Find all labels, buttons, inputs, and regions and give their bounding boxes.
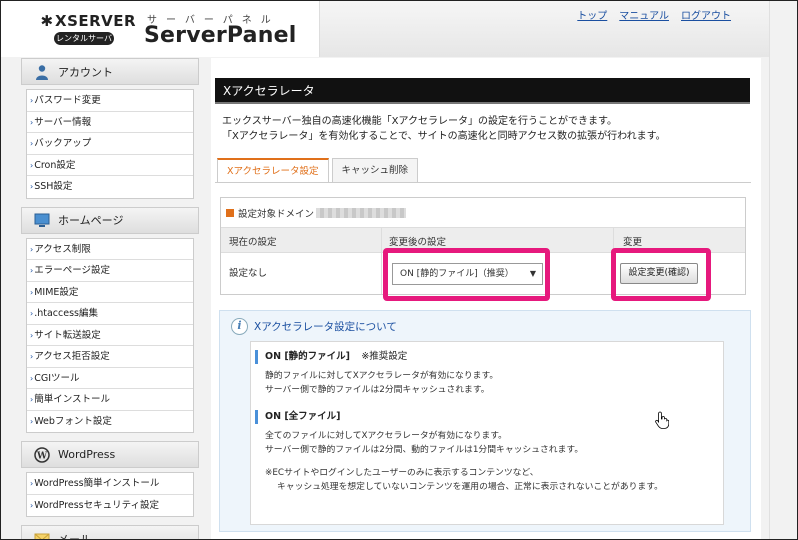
panel-title: ServerPanel xyxy=(144,23,297,48)
chevron-right-icon: › xyxy=(30,139,34,148)
info-notes: ※ECサイトやログインしたユーザーのみに表示するコンテンツなど、 キャッシュ処理… xyxy=(265,468,663,492)
xserver-logo[interactable]: ✱XSERVER xyxy=(39,12,136,30)
info-subheading: ON [全ファイル] xyxy=(255,410,723,424)
current-value: 設定なし xyxy=(229,268,268,279)
domain-row: 設定対象ドメイン xyxy=(221,198,745,228)
chevron-right-icon: › xyxy=(30,500,34,510)
square-bullet-icon xyxy=(226,208,234,217)
header-current: 現在の設定 xyxy=(229,237,277,248)
main-panel: Xアクセラレータ エックスサーバー独自の高速化機能「Xアクセラレータ」の設定を行… xyxy=(211,58,761,539)
person-icon xyxy=(36,64,48,80)
description: エックスサーバー独自の高速化機能「Xアクセラレータ」の設定を行うことができます。… xyxy=(222,116,666,142)
info-title: Xアクセラレータ設定について xyxy=(254,321,397,333)
chevron-right-icon: › xyxy=(30,160,34,170)
sidebar-section-account[interactable]: アカウント xyxy=(21,58,199,85)
chevron-right-icon: › xyxy=(30,244,34,254)
sidebar-item-password[interactable]: ›パスワード変更 xyxy=(27,90,193,112)
tab-divider xyxy=(215,182,751,183)
sidebar-item-cgi-tools[interactable]: ›CGIツール xyxy=(27,368,193,389)
info-text: 全てのファイルに対してXアクセラレータが有効になります。 サーバー側で静的ファイ… xyxy=(265,431,584,455)
sidebar-item-mime[interactable]: ›MIME設定 xyxy=(27,282,193,303)
svg-text:W: W xyxy=(36,451,48,461)
chevron-right-icon: › xyxy=(30,416,34,426)
top-link[interactable]: トップ xyxy=(577,7,607,22)
scrollbar[interactable] xyxy=(769,1,797,539)
sidebar-item-wp-security[interactable]: ›WordPressセキュリティ設定 xyxy=(27,495,193,517)
sidebar-item-easy-install[interactable]: ›簡単インストール xyxy=(27,389,193,411)
sidebar-item-ssh[interactable]: ›SSH設定 xyxy=(27,176,193,198)
envelope-icon xyxy=(34,533,50,539)
chevron-right-icon: › xyxy=(30,352,34,361)
tabs: Xアクセラレータ設定 キャッシュ削除 xyxy=(217,158,421,183)
sidebar-section-homepage[interactable]: ホームページ xyxy=(21,206,199,234)
sidebar-item-access-limit[interactable]: ›アクセス制限 xyxy=(27,239,193,260)
sidebar-list-account: ›パスワード変更 ›サーバー情報 ›バックアップ ›Cron設定 ›SSH設定 xyxy=(26,89,194,199)
info-subheading: ON [静的ファイル] ※推奨設定 xyxy=(255,350,723,364)
sidebar-section-wordpress[interactable]: W WordPress xyxy=(21,441,199,468)
page-title: Xアクセラレータ xyxy=(215,78,750,104)
chevron-right-icon: › xyxy=(30,479,34,488)
sidebar-item-error-page[interactable]: ›エラーページ設定 xyxy=(27,260,193,282)
chevron-right-icon: › xyxy=(30,373,34,383)
chevron-right-icon: › xyxy=(30,182,34,191)
header-change: 変更 xyxy=(623,237,643,248)
hand-cursor-icon xyxy=(655,411,669,429)
header: ✱XSERVER レンタルサーバー サーバーパネル ServerPanel トッ… xyxy=(1,1,771,57)
sidebar-list-wordpress: ›WordPress簡単インストール ›WordPressセキュリティ設定 xyxy=(26,472,194,517)
sidebar-item-wp-install[interactable]: ›WordPress簡単インストール xyxy=(27,473,193,495)
domain-value-blurred xyxy=(316,207,407,218)
chevron-right-icon: › xyxy=(30,395,34,404)
column-divider xyxy=(381,228,382,294)
sidebar-item-web-fonts[interactable]: ›Webフォント設定 xyxy=(27,411,193,433)
sidebar-list-homepage: ›アクセス制限 ›エラーページ設定 ›MIME設定 ›.htaccess編集 ›… xyxy=(26,237,194,433)
manual-link[interactable]: マニュアル xyxy=(619,7,669,22)
sidebar-item-backup[interactable]: ›バックアップ xyxy=(27,133,193,155)
info-text: 静的ファイルに対してXアクセラレータが有効になります。 サーバー側で静的ファイル… xyxy=(265,371,499,395)
logo-badge: レンタルサーバー xyxy=(54,32,114,56)
top-links: トップ マニュアル ログアウト xyxy=(577,7,731,22)
monitor-icon xyxy=(34,213,50,227)
xserver-star-icon: ✱ xyxy=(40,12,54,30)
sidebar-item-server-info[interactable]: ›サーバー情報 xyxy=(27,112,193,133)
chevron-down-icon: ▼ xyxy=(529,269,536,278)
chevron-right-icon: › xyxy=(30,287,34,297)
window: ✱XSERVER レンタルサーバー サーバーパネル ServerPanel トッ… xyxy=(0,0,798,540)
chevron-right-icon: › xyxy=(30,266,34,275)
accelerator-select[interactable]: ON [静的ファイル]（推奨） ▼ xyxy=(392,263,543,285)
logout-link[interactable]: ログアウト xyxy=(681,7,731,22)
chevron-right-icon: › xyxy=(30,309,34,318)
chevron-right-icon: › xyxy=(30,330,34,340)
sidebar-item-site-redirect[interactable]: ›サイト転送設定 xyxy=(27,325,193,346)
info-icon: i xyxy=(231,318,248,335)
tab-accelerator-settings[interactable]: Xアクセラレータ設定 xyxy=(217,158,329,183)
header-after: 変更後の設定 xyxy=(389,237,447,248)
info-box: i Xアクセラレータ設定について ON [静的ファイル] ※推奨設定 静的ファイ… xyxy=(219,310,751,532)
sidebar-item-access-deny[interactable]: ›アクセス拒否設定 xyxy=(27,346,193,368)
info-header: i Xアクセラレータ設定について xyxy=(231,318,397,335)
sidebar-item-cron[interactable]: ›Cron設定 xyxy=(27,155,193,176)
sidebar-section-mail[interactable]: メール xyxy=(21,525,199,539)
chevron-right-icon: › xyxy=(30,96,34,105)
info-content: ON [静的ファイル] ※推奨設定 静的ファイルに対してXアクセラレータが有効に… xyxy=(250,341,724,525)
sidebar-item-htaccess[interactable]: ›.htaccess編集 xyxy=(27,303,193,325)
sidebar: アカウント ›パスワード変更 ›サーバー情報 ›バックアップ ›Cron設定 ›… xyxy=(21,58,199,539)
chevron-right-icon: › xyxy=(30,117,34,127)
domain-label: 設定対象ドメイン xyxy=(238,208,315,220)
confirm-change-button[interactable]: 設定変更(確認) xyxy=(620,263,698,284)
wordpress-icon: W xyxy=(34,446,50,463)
tab-cache-delete[interactable]: キャッシュ削除 xyxy=(331,158,419,183)
